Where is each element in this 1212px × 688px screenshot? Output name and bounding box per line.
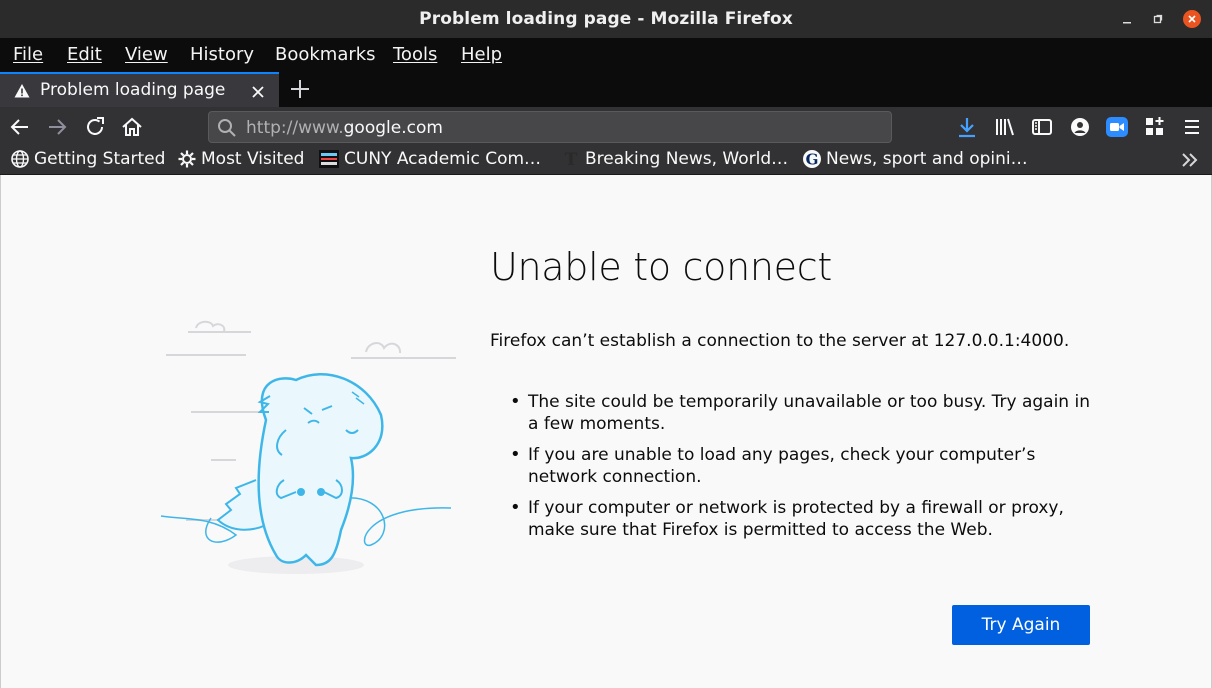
bookmarks-overflow-button[interactable] xyxy=(1180,147,1200,176)
new-tab-button[interactable] xyxy=(289,74,311,105)
error-description: Firefox can’t establish a connection to … xyxy=(490,331,1070,351)
tab-strip: Problem loading page xyxy=(0,72,1212,107)
error-page: Unable to connect Firefox can’t establis… xyxy=(0,175,1212,688)
gear-icon xyxy=(178,150,196,168)
bookmarks-toolbar: Getting Started Most Visited CUNY Academ… xyxy=(0,147,1212,175)
home-icon xyxy=(122,117,142,136)
home-button[interactable] xyxy=(120,115,144,139)
bookmark-label: News, sport and opini… xyxy=(826,149,1028,169)
bookmark-label: Breaking News, World… xyxy=(585,149,789,169)
bookmark-getting-started[interactable]: Getting Started xyxy=(10,149,165,171)
reload-icon xyxy=(87,117,104,135)
close-icon xyxy=(252,86,264,98)
menu-tools[interactable]: Tools xyxy=(393,44,437,65)
minimize-button[interactable] xyxy=(1118,10,1136,28)
back-button[interactable] xyxy=(8,115,32,139)
warning-icon xyxy=(14,84,30,98)
bookmark-cuny-academic[interactable]: CUNY Academic Com… xyxy=(318,149,541,171)
tab-label: Problem loading page xyxy=(40,80,226,100)
svg-text:G: G xyxy=(806,151,819,169)
menu-help[interactable]: Help xyxy=(461,44,502,65)
suggestion-item: The site could be temporarily unavailabl… xyxy=(510,391,1098,435)
search-icon xyxy=(218,119,236,137)
close-window-button[interactable] xyxy=(1183,10,1201,28)
app-menu-button[interactable] xyxy=(1180,115,1204,139)
tab-active[interactable]: Problem loading page xyxy=(0,72,279,107)
restore-icon xyxy=(1153,14,1163,24)
tab-close-button[interactable] xyxy=(250,79,266,105)
url-text: http://www.google.com xyxy=(246,118,443,138)
bookmark-label: CUNY Academic Com… xyxy=(344,149,542,169)
window-titlebar: Problem loading page - Mozilla Firefox xyxy=(0,0,1212,38)
svg-text:T: T xyxy=(565,150,578,169)
extensions-button[interactable] xyxy=(1143,115,1167,139)
back-arrow-icon xyxy=(10,119,28,135)
bookmark-guardian-news[interactable]: G News, sport and opini… xyxy=(802,149,1028,171)
menu-history[interactable]: History xyxy=(190,44,254,65)
forward-button[interactable] xyxy=(45,115,69,139)
zoom-extension-button[interactable] xyxy=(1105,115,1129,139)
disconnected-dinosaur-illustration xyxy=(160,320,456,574)
try-again-button[interactable]: Try Again xyxy=(952,605,1090,645)
menu-edit[interactable]: Edit xyxy=(67,44,102,65)
menu-bar: File Edit View History Bookmarks Tools H… xyxy=(0,38,1212,72)
url-bar[interactable]: http://www.google.com xyxy=(208,111,892,143)
account-icon xyxy=(1071,118,1089,136)
menu-bookmarks[interactable]: Bookmarks xyxy=(275,44,376,65)
close-icon xyxy=(1188,15,1196,23)
library-icon xyxy=(996,118,1014,136)
suggestion-item: If you are unable to load any pages, che… xyxy=(510,444,1098,488)
menu-file[interactable]: File xyxy=(13,44,43,65)
reload-button[interactable] xyxy=(83,115,107,139)
error-title: Unable to connect xyxy=(490,245,832,289)
bookmark-label: Most Visited xyxy=(201,149,305,169)
downloads-button[interactable] xyxy=(955,115,979,139)
video-camera-icon xyxy=(1106,117,1128,137)
navigation-toolbar: http://www.google.com xyxy=(0,107,1212,147)
globe-icon xyxy=(11,150,29,168)
guardian-favicon-icon: G xyxy=(803,150,821,169)
account-button[interactable] xyxy=(1068,115,1092,139)
minimize-icon xyxy=(1123,22,1131,24)
window-title: Problem loading page - Mozilla Firefox xyxy=(419,9,793,29)
maximize-button[interactable] xyxy=(1149,10,1167,28)
hamburger-menu-icon xyxy=(1185,120,1199,134)
forward-arrow-icon xyxy=(49,119,67,135)
bookmark-breaking-news[interactable]: T Breaking News, World… xyxy=(561,149,788,171)
nyt-favicon-icon: T xyxy=(565,150,578,169)
library-button[interactable] xyxy=(993,115,1017,139)
bookmark-label: Getting Started xyxy=(34,149,166,169)
sidebar-button[interactable] xyxy=(1030,115,1054,139)
menu-view[interactable]: View xyxy=(125,44,168,65)
chevron-double-right-icon xyxy=(1182,153,1198,167)
bookmark-most-visited[interactable]: Most Visited xyxy=(177,149,304,171)
suggestion-item: If your computer or network is protected… xyxy=(510,497,1098,541)
sidebar-icon xyxy=(1032,119,1052,135)
extensions-icon xyxy=(1146,117,1164,135)
download-icon xyxy=(959,118,975,138)
plus-icon xyxy=(291,80,309,98)
error-suggestions-list: The site could be temporarily unavailabl… xyxy=(510,391,1098,550)
cuny-favicon-icon xyxy=(319,150,339,168)
